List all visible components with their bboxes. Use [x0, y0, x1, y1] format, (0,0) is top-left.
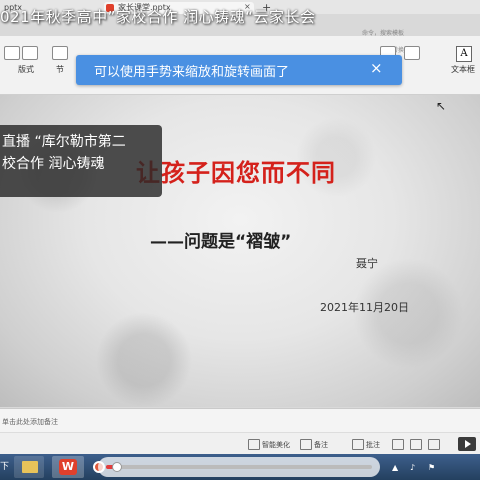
- notes-icon: [300, 439, 312, 450]
- video-title: 021年秋季高中”家校合作 润心铸魂“云家长会: [0, 8, 316, 26]
- section-icon[interactable]: [52, 46, 68, 60]
- new-slide-icon[interactable]: [4, 46, 20, 60]
- video-title-banner: 021年秋季高中”家校合作 润心铸魂“云家长会: [0, 8, 480, 36]
- file-explorer-task[interactable]: [14, 456, 44, 478]
- reading-view-icon[interactable]: [428, 439, 440, 450]
- play-slideshow-button[interactable]: [458, 437, 476, 451]
- layout-icon[interactable]: [22, 46, 38, 60]
- textbox-button[interactable]: 文本框: [451, 64, 475, 75]
- sorter-view-icon[interactable]: [410, 439, 422, 450]
- slide-subtitle: ——问题是“褶皱”: [150, 232, 292, 252]
- notes-pane[interactable]: 单击此处添加备注: [0, 408, 480, 433]
- toast-close-icon[interactable]: ×: [370, 59, 383, 77]
- toast-message: 可以使用手势来缩放和旋转画面了: [94, 65, 290, 80]
- tray-volume-icon[interactable]: ♪: [410, 463, 415, 472]
- video-progress-bar[interactable]: [98, 457, 380, 477]
- smart-beautify-icon: [248, 439, 260, 450]
- wps-logo-icon: W: [59, 459, 77, 475]
- slide-title: 让孩子因您而不同: [136, 158, 336, 187]
- slide-date: 2021年11月20日: [320, 301, 409, 314]
- slide-author: 聂宁: [356, 257, 378, 270]
- layout-button[interactable]: 版式: [18, 64, 34, 75]
- tray-flag-icon[interactable]: ⚑: [428, 463, 435, 472]
- smart-beautify-button[interactable]: 智能美化: [262, 440, 290, 450]
- wps-task[interactable]: W: [52, 456, 84, 478]
- section-button[interactable]: 节: [56, 64, 64, 75]
- notes-placeholder: 单击此处添加备注: [2, 418, 58, 426]
- arrange-icon[interactable]: [404, 46, 420, 60]
- normal-view-icon[interactable]: [392, 439, 404, 450]
- mouse-cursor-icon: ↖: [436, 99, 447, 113]
- textbox-icon[interactable]: A: [456, 46, 472, 62]
- start-button[interactable]: 下: [0, 456, 12, 478]
- gesture-toast: 可以使用手势来缩放和旋转画面了 ×: [76, 55, 402, 85]
- live-caption-line-1: 直播 “库尔勒市第二: [2, 134, 126, 150]
- notes-button[interactable]: 备注: [314, 440, 328, 450]
- comment-icon: [352, 439, 364, 450]
- comment-button[interactable]: 批注: [366, 440, 380, 450]
- progress-knob[interactable]: [111, 462, 122, 472]
- live-caption-line-2: 校合作 润心铸魂: [2, 156, 105, 172]
- progress-track[interactable]: [106, 462, 372, 472]
- folder-icon: [22, 461, 38, 473]
- status-bar: 智能美化 备注 批注: [0, 432, 480, 455]
- tray-network-icon[interactable]: ▲: [392, 463, 398, 472]
- live-caption-overlay: 直播 “库尔勒市第二 校合作 润心铸魂: [0, 125, 162, 197]
